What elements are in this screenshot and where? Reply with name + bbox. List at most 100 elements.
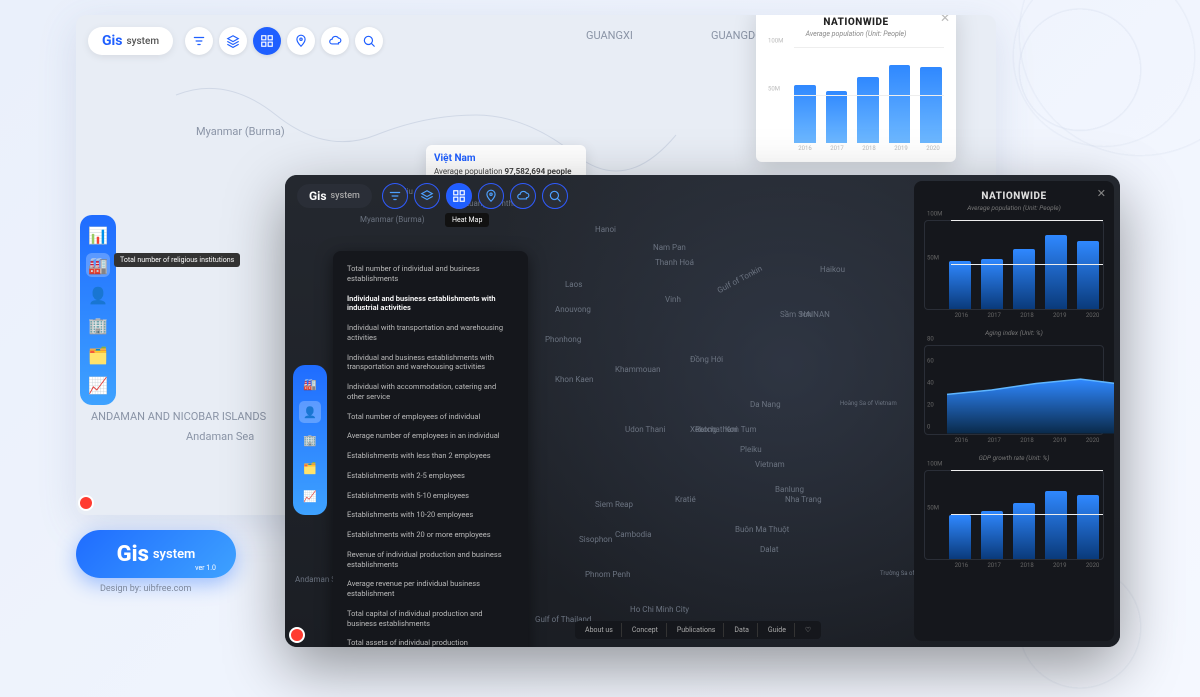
vside-item-1[interactable]: 🏭 <box>299 373 321 395</box>
map-label-guangxi: GUANGXI <box>586 29 633 42</box>
vside-item-6[interactable]: 📈 <box>86 373 110 397</box>
brand-badge: Gis system ver 1.0 <box>76 530 236 578</box>
tick: 2019 <box>1048 437 1071 444</box>
map-label: Haikou <box>820 265 845 274</box>
bar <box>1077 241 1099 309</box>
dropdown-item[interactable]: Average revenue per individual business … <box>333 574 528 604</box>
map-label: Sầm Sơn <box>780 310 812 319</box>
chart-xticks: 20162017201820192020 <box>924 562 1104 569</box>
tick: 2020 <box>1081 562 1104 569</box>
tool-heatmap[interactable] <box>253 27 281 55</box>
byline: Design by: uibfree.com <box>100 584 191 594</box>
footer-link[interactable]: About us <box>577 623 622 637</box>
bar <box>949 515 971 559</box>
map-label-andaman-sea: Andaman Sea <box>186 430 254 443</box>
dropdown-item[interactable]: Total number of individual and business … <box>333 259 528 289</box>
tick: 2016 <box>794 145 816 152</box>
map-label: Pleiku <box>740 445 762 454</box>
tick: 2017 <box>983 562 1006 569</box>
charts-title: NATIONWIDE <box>924 191 1104 202</box>
vside-item-4[interactable]: 🏢 <box>86 313 110 337</box>
map-label: Cambodia <box>615 530 651 539</box>
map-label: Hanoi <box>595 225 616 234</box>
charts-panel-dark: ✕ NATIONWIDE Average population (Unit: P… <box>914 181 1114 641</box>
record-indicator-light <box>80 497 92 509</box>
dropdown-item[interactable]: Average number of employees in an indivi… <box>333 426 528 446</box>
map-label: Kon Tum <box>725 425 757 434</box>
map-label: Phonhong <box>545 335 581 344</box>
tick: 2019 <box>890 145 912 152</box>
tool-cloud[interactable] <box>510 183 536 209</box>
vside-tooltip: Total number of religious institutions <box>114 253 240 267</box>
dropdown-item[interactable]: Establishments with 10-20 employees <box>333 505 528 525</box>
map-label: Xekong <box>690 425 717 434</box>
bar <box>1013 249 1035 309</box>
tool-pin[interactable] <box>287 27 315 55</box>
brand-logo-light: Gissystem <box>88 27 173 55</box>
map-label: Anouvong <box>555 305 591 314</box>
tool-layers[interactable] <box>414 183 440 209</box>
vside-item-2[interactable]: 🏭 <box>86 253 110 277</box>
dropdown-item[interactable]: Establishments with 5-10 employees <box>333 486 528 506</box>
dropdown-item[interactable]: Establishments with 2-5 employees <box>333 466 528 486</box>
dropdown-item[interactable]: Establishments with less than 2 employee… <box>333 446 528 466</box>
dropdown-item[interactable]: Individual and business establishments w… <box>333 348 528 378</box>
vside-item-4[interactable]: 🗂️ <box>299 457 321 479</box>
tool-layers[interactable] <box>219 27 247 55</box>
header-light: Gissystem <box>88 27 383 55</box>
footer-heart-icon[interactable]: ♡ <box>797 623 819 637</box>
bar-chart-xticks: 20162017201820192020 <box>768 145 944 152</box>
tick: 2018 <box>1016 437 1039 444</box>
map-label: Vietnam <box>755 460 785 469</box>
close-icon[interactable]: ✕ <box>1097 187 1106 200</box>
header-dark: Gissystem <box>297 183 568 209</box>
vside-item-5[interactable]: 🗂️ <box>86 343 110 367</box>
dropdown-item[interactable]: Establishments with 20 or more employees <box>333 525 528 545</box>
vside-item-2[interactable]: 👤 <box>299 401 321 423</box>
tick: 2018 <box>1016 562 1039 569</box>
tick: 2017 <box>983 437 1006 444</box>
map-label: Siem Reap <box>595 500 633 509</box>
bar <box>1045 235 1067 309</box>
map-label: Myanmar (Burma) <box>360 215 425 224</box>
dropdown-item[interactable]: Individual with accommodation, catering … <box>333 377 528 407</box>
vside-item-3[interactable]: 👤 <box>86 283 110 307</box>
map-label-andaman: ANDAMAN AND NICOBAR ISLANDS <box>91 410 266 423</box>
record-indicator-dark <box>291 629 303 641</box>
dropdown-item[interactable]: Revenue of individual production and bus… <box>333 545 528 575</box>
dropdown-item[interactable]: Total number of employees of individual <box>333 407 528 427</box>
map-label: Phnom Penh <box>585 570 631 579</box>
tool-pin[interactable] <box>478 183 504 209</box>
tick: 2020 <box>1081 312 1104 319</box>
footer-link[interactable]: Publications <box>669 623 725 637</box>
charts-sub-2: Aging index (Unit: %) <box>924 329 1104 337</box>
map-label: Sisophon <box>579 535 612 544</box>
chart-title: NATIONWIDE <box>768 17 944 28</box>
bar <box>1045 491 1067 559</box>
tick: 2016 <box>950 562 973 569</box>
tool-cloud[interactable] <box>321 27 349 55</box>
tool-heatmap[interactable] <box>446 183 472 209</box>
dropdown-item[interactable]: Individual and business establishments w… <box>333 289 528 319</box>
map-label: Nam Pan <box>653 243 686 252</box>
tick: 2018 <box>1016 312 1039 319</box>
tool-filter[interactable] <box>185 27 213 55</box>
close-icon[interactable]: ✕ <box>940 15 950 25</box>
vside-item-3[interactable]: 🏢 <box>299 429 321 451</box>
footer-link[interactable]: Concept <box>624 623 667 637</box>
chart-xticks: 20162017201820192020 <box>924 312 1104 319</box>
footer-link[interactable]: Guide <box>760 623 795 637</box>
tool-search[interactable] <box>542 183 568 209</box>
toolbar-light <box>185 27 383 55</box>
chart-popup-light: ✕ NATIONWIDE Average population (Unit: P… <box>756 15 956 162</box>
footer-link[interactable]: Data <box>726 623 758 637</box>
dropdown-item[interactable]: Total capital of individual production a… <box>333 604 528 634</box>
vside-item-1[interactable]: 📊 <box>86 223 110 247</box>
bar <box>1077 495 1099 559</box>
indicator-dropdown[interactable]: Total number of individual and business … <box>333 251 528 647</box>
dropdown-item[interactable]: Individual with transportation and wareh… <box>333 318 528 348</box>
vside-item-5[interactable]: 📈 <box>299 485 321 507</box>
dropdown-item[interactable]: Total assets of individual production <box>333 633 528 647</box>
tool-filter[interactable] <box>382 183 408 209</box>
tool-search[interactable] <box>355 27 383 55</box>
